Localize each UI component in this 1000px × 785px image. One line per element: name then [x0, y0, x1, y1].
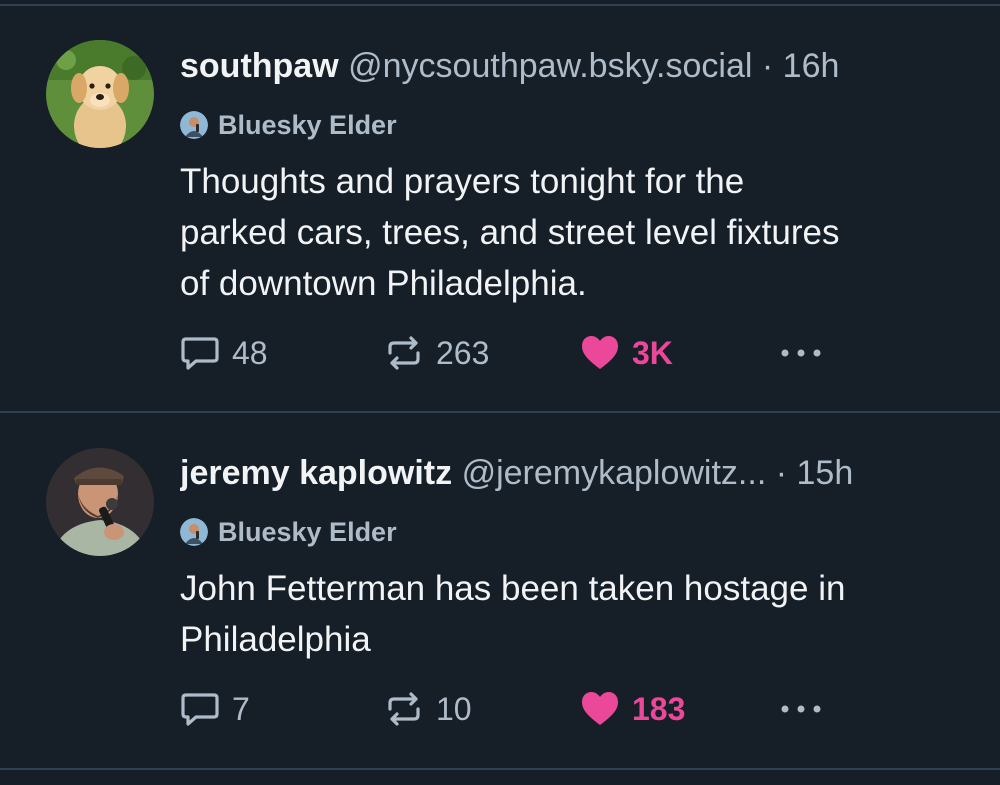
repost-icon [388, 692, 420, 726]
bluesky-elder-badge-icon [180, 111, 208, 139]
heart-icon [582, 336, 618, 369]
post-actions: 7 10 183 [180, 687, 980, 731]
post-text-line: of downtown Philadelphia. [180, 264, 587, 303]
like-button[interactable]: 183 [580, 687, 685, 731]
reply-button[interactable]: 7 [180, 687, 250, 731]
post-southpaw[interactable]: southpaw @nycsouthpaw.bsky.social · 16h … [0, 0, 1000, 412]
post-actions: 48 263 3K [180, 331, 980, 375]
reply-icon [181, 693, 219, 726]
repost-button[interactable]: 10 [384, 687, 472, 731]
repost-icon [388, 336, 420, 370]
profile-badge: Bluesky Elder [180, 109, 397, 141]
golden-retriever-puppy-avatar [46, 40, 154, 148]
post-text-line: John Fetterman has been taken hostage in [180, 569, 846, 608]
avatar[interactable] [46, 448, 154, 556]
feed: southpaw @nycsouthpaw.bsky.social · 16h … [0, 0, 1000, 785]
author-display-name[interactable]: southpaw [180, 47, 339, 85]
like-count: 183 [632, 690, 686, 727]
post-timestamp[interactable]: 16h [783, 47, 840, 85]
author-display-name[interactable]: jeremy kaplowitz [180, 454, 452, 492]
author-handle[interactable]: @nycsouthpaw.bsky.social [348, 47, 752, 85]
post-header: jeremy kaplowitz @jeremykaplowitz... · 1… [180, 451, 970, 495]
more-options-button[interactable] [776, 331, 826, 375]
header-separator: · [761, 47, 774, 85]
post-text: Thoughts and prayers tonight for the par… [180, 156, 970, 309]
reply-icon [181, 337, 219, 370]
man-with-microphone-avatar [46, 448, 154, 556]
like-button[interactable]: 3K [580, 331, 673, 375]
avatar[interactable] [46, 40, 154, 148]
like-count: 3K [632, 334, 673, 371]
more-options-button[interactable] [776, 687, 826, 731]
ellipsis-icon [781, 349, 821, 357]
post-timestamp[interactable]: 15h [797, 454, 854, 492]
badge-label: Bluesky Elder [218, 516, 397, 547]
badge-label: Bluesky Elder [218, 109, 397, 140]
divider-bottom [0, 768, 1000, 770]
post-header: southpaw @nycsouthpaw.bsky.social · 16h [180, 44, 970, 88]
post-jeremy-kaplowitz[interactable]: jeremy kaplowitz @jeremykaplowitz... · 1… [0, 413, 1000, 768]
repost-count: 10 [436, 690, 472, 727]
heart-icon [582, 692, 618, 725]
repost-count: 263 [436, 334, 490, 371]
reply-count: 7 [232, 690, 250, 727]
bluesky-elder-badge-icon [180, 518, 208, 546]
ellipsis-icon [781, 705, 821, 713]
post-text-line: Thoughts and prayers tonight for the [180, 162, 745, 201]
post-text: John Fetterman has been taken hostage in… [180, 563, 970, 665]
profile-badge: Bluesky Elder [180, 516, 397, 548]
repost-button[interactable]: 263 [384, 331, 489, 375]
reply-button[interactable]: 48 [180, 331, 268, 375]
post-text-line: parked cars, trees, and street level fix… [180, 213, 840, 252]
reply-count: 48 [232, 334, 268, 371]
header-separator: · [775, 454, 788, 492]
author-handle[interactable]: @jeremykaplowitz... [462, 454, 767, 492]
post-text-line: Philadelphia [180, 620, 371, 659]
